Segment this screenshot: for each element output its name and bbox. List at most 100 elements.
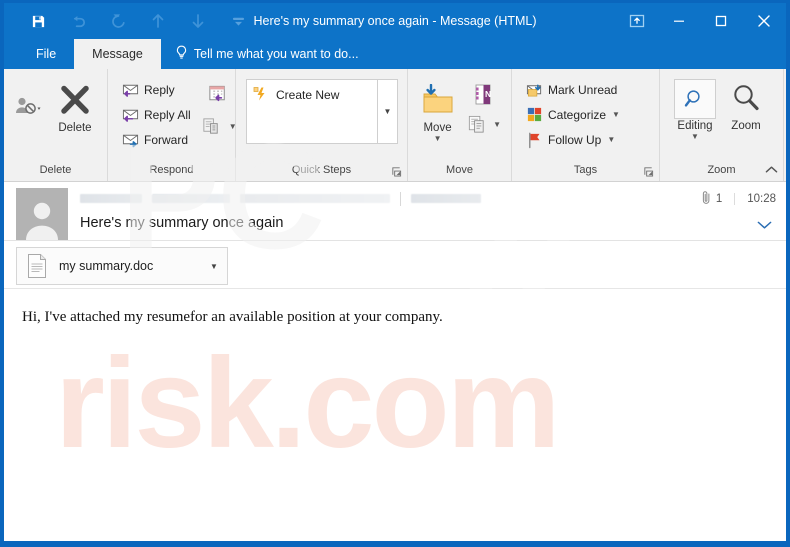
group-label-move: Move xyxy=(446,164,473,176)
recipient-redacted xyxy=(411,194,481,203)
group-label-respond: Respond xyxy=(149,164,194,176)
group-label-tags: Tags xyxy=(512,159,659,181)
reply-all-icon xyxy=(120,105,140,125)
chevron-down-icon[interactable] xyxy=(757,218,772,233)
rules-button[interactable]: ▼ xyxy=(461,109,505,139)
categorize-label: Categorize xyxy=(548,107,607,122)
group-label-tags-text: Tags xyxy=(573,164,598,176)
ribbon-group-tags: Mark Unread Categorize ▼ Follow Up ▼ Tag… xyxy=(512,69,660,181)
restore-window-icon[interactable] xyxy=(616,5,658,37)
quick-steps-more-caret-icon[interactable]: ▼ xyxy=(377,80,397,143)
zoom-magnifier-icon xyxy=(730,77,762,119)
follow-up-button[interactable]: Follow Up ▼ xyxy=(520,127,624,152)
message-header: Here's my summary once again 1 10:28 xyxy=(4,182,786,240)
editing-button[interactable]: Editing ▼ xyxy=(670,75,720,141)
ribbon-group-respond: Reply Reply All Forward ▼ Respond xyxy=(108,69,237,181)
sender-email-redacted xyxy=(240,194,390,203)
reply-label: Reply xyxy=(144,82,175,97)
attachment-chip[interactable]: my summary.doc ▼ xyxy=(16,247,228,285)
svg-text:N: N xyxy=(485,89,491,99)
ignore-button[interactable] xyxy=(8,75,49,119)
reply-all-label: Reply All xyxy=(144,107,191,122)
chevron-down-icon[interactable] xyxy=(218,6,258,36)
group-label-quick-steps-text: Quick Steps xyxy=(291,164,352,176)
quick-access-toolbar xyxy=(4,6,258,36)
maximize-icon[interactable] xyxy=(700,5,742,37)
message-header-meta: 1 10:28 xyxy=(701,190,776,208)
outlook-message-window: Here's my summary once again - Message (… xyxy=(0,0,790,547)
forward-icon xyxy=(120,130,140,150)
onenote-button[interactable]: N xyxy=(461,79,505,109)
sender-last-name-redacted xyxy=(152,194,230,203)
move-button[interactable]: Move ▼ xyxy=(414,75,461,143)
attachment-count-value: 1 xyxy=(715,193,723,205)
tab-file[interactable]: File xyxy=(18,39,74,69)
header-divider xyxy=(400,191,401,206)
rules-caret-icon[interactable]: ▼ xyxy=(493,120,501,129)
sender-first-name-redacted xyxy=(80,194,142,203)
move-caret-icon[interactable]: ▼ xyxy=(434,135,442,143)
follow-up-flag-icon xyxy=(524,130,544,150)
ribbon-group-quick-steps: Create New ▼ Quick Steps xyxy=(236,69,408,181)
arrow-up-icon[interactable] xyxy=(138,6,178,36)
zoom-button-label: Zoom xyxy=(731,120,761,132)
ribbon-tab-strip: File Message Tell me what you want to do… xyxy=(4,39,786,69)
quick-steps-dialog-launcher-icon[interactable] xyxy=(390,163,402,177)
window-controls xyxy=(616,3,786,39)
avatar[interactable] xyxy=(16,188,68,240)
tab-message[interactable]: Message xyxy=(74,39,161,69)
tags-dialog-launcher-icon[interactable] xyxy=(642,163,654,177)
editing-magnifier-icon xyxy=(674,79,716,119)
message-subject: Here's my summary once again xyxy=(80,215,284,231)
close-icon[interactable] xyxy=(742,5,786,37)
move-folder-icon xyxy=(421,79,455,121)
categorize-swatch-icon xyxy=(524,105,544,125)
more-respond-button[interactable]: ▼ xyxy=(197,111,241,141)
more-respond-icon xyxy=(201,115,223,137)
group-label-delete: Delete xyxy=(39,164,72,176)
save-icon[interactable] xyxy=(18,6,58,36)
categorize-caret-icon[interactable]: ▼ xyxy=(612,110,620,119)
follow-up-caret-icon[interactable]: ▼ xyxy=(607,135,615,144)
minimize-icon[interactable] xyxy=(658,5,700,37)
arrow-down-icon[interactable] xyxy=(178,6,218,36)
rules-icon xyxy=(465,113,487,135)
lightning-bolt-icon xyxy=(253,86,269,105)
document-file-icon xyxy=(25,253,49,279)
editing-button-label: Editing xyxy=(677,120,713,132)
attachment-count: 1 xyxy=(701,190,734,208)
reply-button[interactable]: Reply xyxy=(116,77,195,102)
attachment-filename: my summary.doc xyxy=(59,259,154,273)
chevron-up-icon[interactable] xyxy=(765,165,778,177)
forward-button[interactable]: Forward xyxy=(116,127,195,152)
message-body[interactable]: Hi, I've attached my resumefor an availa… xyxy=(4,288,786,541)
sender-row-redacted xyxy=(80,188,776,206)
delete-button-label: Delete xyxy=(58,122,92,134)
quick-steps-gallery[interactable]: Create New ▼ xyxy=(246,79,398,144)
quick-step-create-new[interactable]: Create New xyxy=(253,85,377,105)
undo-icon[interactable] xyxy=(58,6,98,36)
categorize-button[interactable]: Categorize ▼ xyxy=(520,102,624,127)
delete-x-icon xyxy=(58,79,92,121)
message-body-text: Hi, I've attached my resumefor an availa… xyxy=(22,309,443,325)
reply-all-button[interactable]: Reply All xyxy=(116,102,195,127)
mark-unread-button[interactable]: Mark Unread xyxy=(520,77,624,102)
mark-unread-envelope-icon xyxy=(524,80,544,100)
ribbon: Delete Delete Reply Reply All Forward ▼ … xyxy=(4,69,786,182)
lightbulb-icon xyxy=(175,45,188,63)
zoom-button[interactable]: Zoom xyxy=(720,75,772,132)
mark-unread-label: Mark Unread xyxy=(548,82,618,97)
tell-me-label: Tell me what you want to do... xyxy=(193,47,359,61)
onenote-icon: N xyxy=(471,82,495,106)
follow-up-label: Follow Up xyxy=(548,132,602,147)
delete-button[interactable]: Delete xyxy=(49,75,101,134)
paperclip-icon xyxy=(701,190,712,208)
tell-me-search[interactable]: Tell me what you want to do... xyxy=(161,39,359,69)
meeting-button[interactable] xyxy=(197,77,241,111)
attachment-caret-icon[interactable]: ▼ xyxy=(205,262,223,271)
reply-icon xyxy=(120,80,140,100)
forward-label: Forward xyxy=(144,132,189,147)
attachment-zone: my summary.doc ▼ xyxy=(4,240,786,288)
redo-icon[interactable] xyxy=(98,6,138,36)
editing-caret-icon[interactable]: ▼ xyxy=(691,133,699,141)
